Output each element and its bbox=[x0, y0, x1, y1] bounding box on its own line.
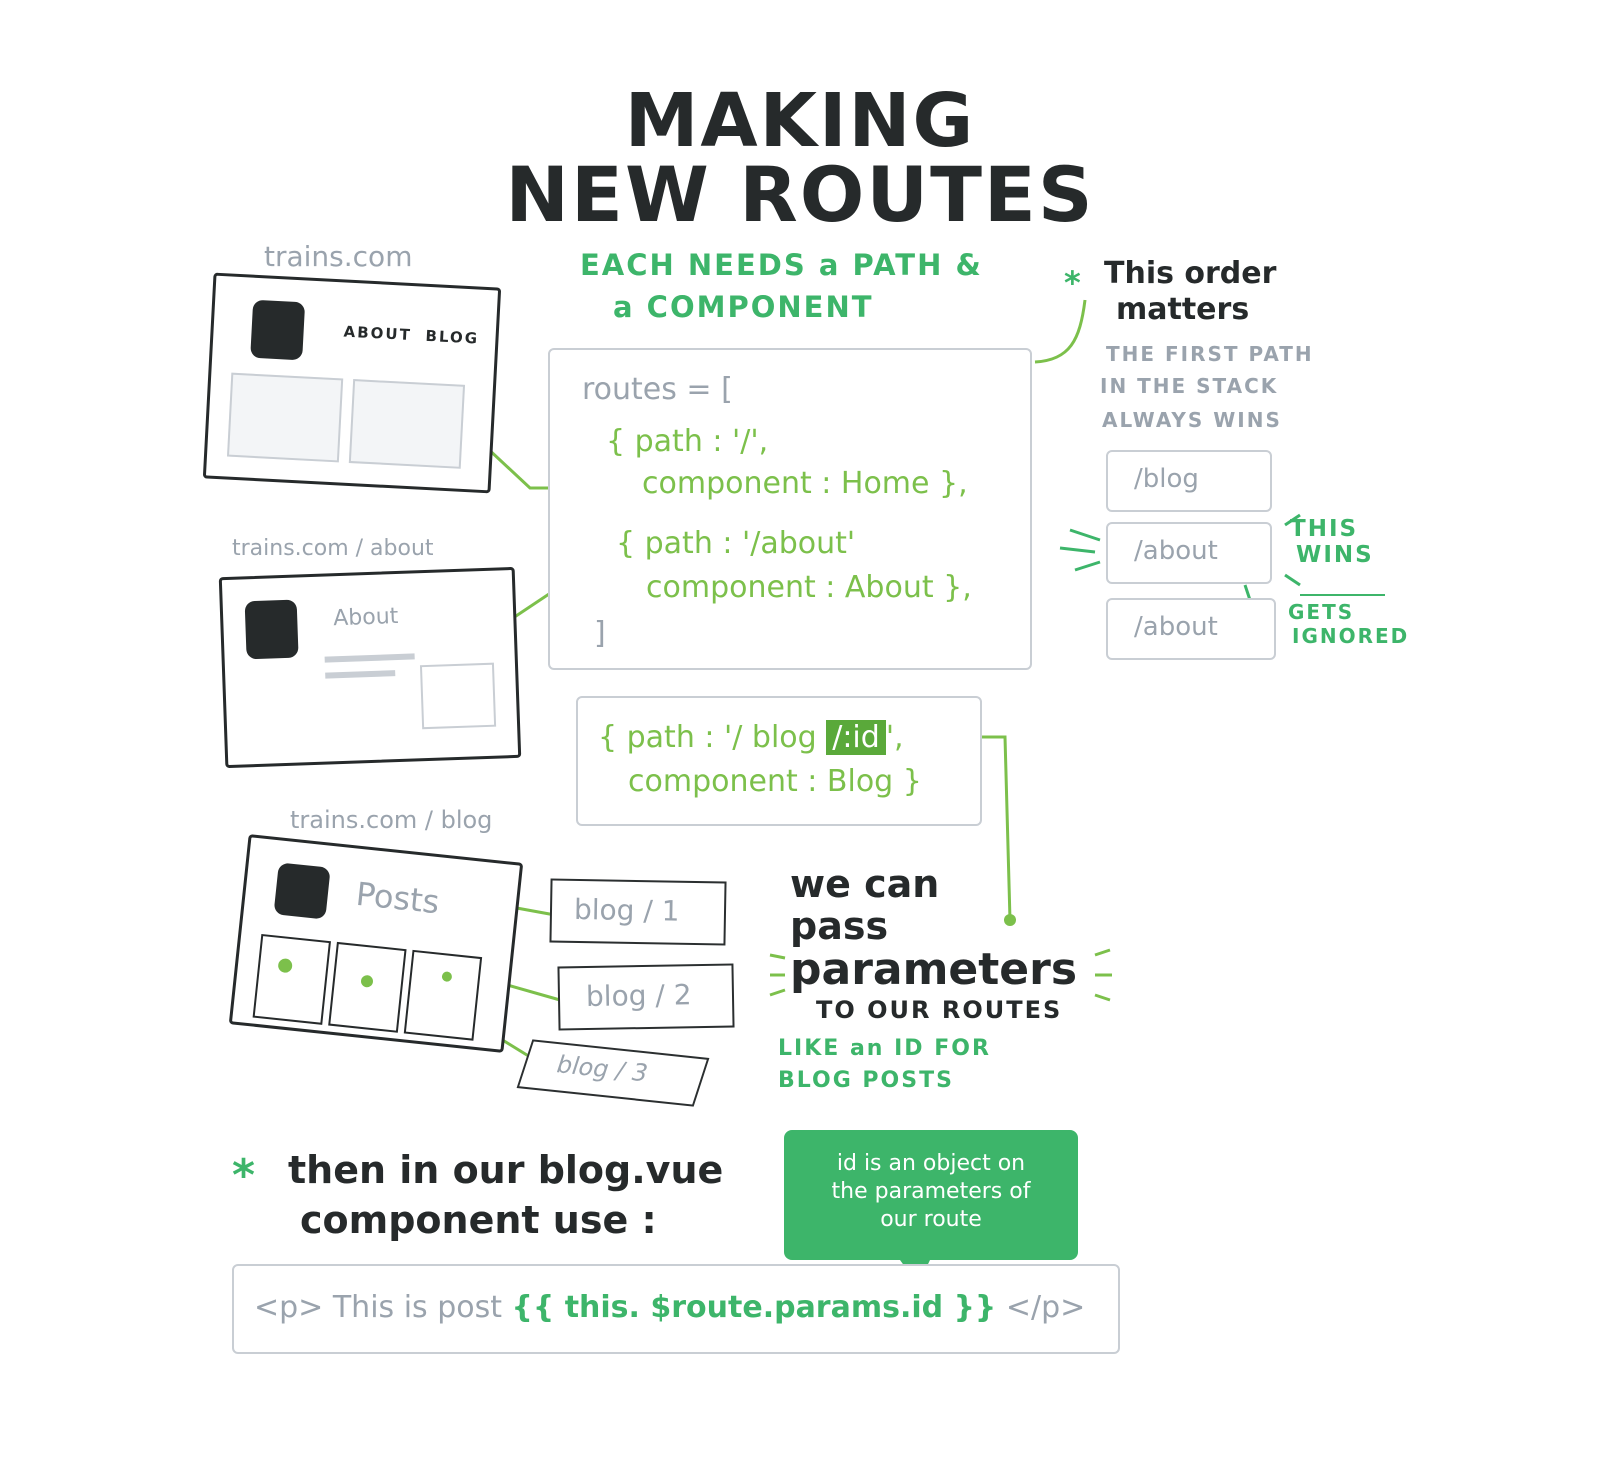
template-code-box: <p> This is post {{ this. $route.params.… bbox=[232, 1264, 1120, 1354]
params-sub2: BLOG POSTS bbox=[778, 1068, 954, 1093]
home-page-sketch: ABOUT BLOG bbox=[202, 272, 502, 494]
bubble-line2: the parameters of bbox=[831, 1179, 1031, 1204]
params-line1: we can bbox=[790, 862, 940, 906]
about-heading: About bbox=[332, 603, 399, 632]
blog-link: blog / 2 bbox=[557, 963, 735, 1031]
param-path-suffix: ', bbox=[885, 720, 904, 755]
home-url: trains.com bbox=[264, 240, 413, 273]
explanation-bubble: id is an object on the parameters of our… bbox=[784, 1130, 1078, 1260]
spark bbox=[769, 953, 786, 960]
param-component: component : Blog } bbox=[628, 764, 922, 799]
home-route-path: { path : '/', bbox=[606, 424, 769, 459]
template-code-suffix: </p> bbox=[1005, 1290, 1086, 1325]
wins-tick bbox=[1059, 546, 1096, 554]
param-connector-dot bbox=[1004, 914, 1016, 926]
stack-item: /about bbox=[1106, 598, 1276, 660]
wins-label-line1: THIS bbox=[1290, 516, 1359, 542]
text-line bbox=[325, 670, 396, 679]
wins-tick bbox=[1284, 573, 1301, 587]
ignored-label-line1: GETS bbox=[1288, 600, 1355, 624]
param-code-box: { path : '/ blog /:id ', component : Blog… bbox=[576, 696, 982, 826]
home-route-component: component : Home }, bbox=[642, 466, 968, 501]
order-connector bbox=[1034, 299, 1087, 364]
stack-item: /blog bbox=[1106, 450, 1272, 512]
post-card bbox=[328, 941, 407, 1033]
params-sub1: LIKE an ID FOR bbox=[778, 1036, 991, 1061]
post-card bbox=[403, 949, 483, 1041]
asterisk-icon: * bbox=[1064, 264, 1083, 302]
wins-label-line2: WINS bbox=[1296, 542, 1374, 568]
params-line4: TO OUR ROUTES bbox=[816, 996, 1063, 1024]
home-card bbox=[348, 379, 466, 469]
train-icon bbox=[250, 299, 306, 361]
param-id-highlight: /:id bbox=[826, 720, 886, 755]
about-image bbox=[419, 662, 497, 730]
params-line3: parameters bbox=[790, 944, 1078, 995]
home-card bbox=[226, 372, 344, 463]
wins-tick bbox=[1074, 560, 1101, 572]
template-code-expr: {{ this. $route.params.id }} bbox=[511, 1290, 997, 1325]
spark bbox=[769, 988, 786, 997]
about-route-path: { path : '/about' bbox=[616, 526, 856, 561]
template-code-prefix: <p> This is post bbox=[254, 1290, 502, 1325]
spark bbox=[1094, 948, 1111, 957]
blog-heading: Posts bbox=[354, 874, 442, 922]
about-url: trains.com / about bbox=[232, 536, 434, 561]
order-body-line2: IN THE STACK bbox=[1100, 374, 1279, 398]
bottom-line2: component use : bbox=[300, 1198, 657, 1242]
routes-open: routes = [ bbox=[582, 372, 733, 407]
ignored-label-line2: IGNORED bbox=[1292, 624, 1410, 648]
blog-link-label: blog / 2 bbox=[585, 978, 692, 1014]
train-icon bbox=[273, 862, 331, 920]
order-body-line1: THE FIRST PATH bbox=[1106, 342, 1314, 366]
blog-link-label: blog / 1 bbox=[573, 892, 680, 928]
subtitle-line1: EACH NEEDS a PATH & bbox=[580, 248, 983, 282]
stack-item-label: /about bbox=[1134, 612, 1218, 642]
param-path-line: { path : '/ blog /:id ', bbox=[598, 716, 904, 760]
post-dot bbox=[360, 974, 374, 988]
post-dot bbox=[277, 957, 293, 974]
blog-link: blog / 1 bbox=[549, 878, 727, 946]
bottom-line1: then in our blog.vue bbox=[288, 1148, 724, 1192]
page-title-line2: NEW ROUTES bbox=[505, 150, 1095, 239]
template-code-line: <p> This is post {{ this. $route.params.… bbox=[254, 1286, 1085, 1330]
order-heading-line1: This order bbox=[1104, 256, 1277, 291]
blog-url: trains.com / blog bbox=[290, 806, 493, 834]
bottom-asterisk-icon: * bbox=[232, 1150, 258, 1201]
text-line bbox=[324, 653, 415, 663]
order-heading-line2: matters bbox=[1116, 292, 1250, 327]
train-icon bbox=[244, 599, 299, 660]
subtitle-line2: a COMPONENT bbox=[613, 290, 874, 324]
params-line2: pass bbox=[790, 904, 889, 948]
blog-page-sketch: Posts bbox=[228, 834, 524, 1053]
spark bbox=[1094, 993, 1111, 1002]
bubble-line3: our route bbox=[880, 1207, 982, 1232]
stack-item-label: /about bbox=[1134, 536, 1218, 566]
stack-item-label: /blog bbox=[1134, 464, 1199, 494]
order-body-line3: ALWAYS WINS bbox=[1102, 408, 1282, 432]
home-nav-about: ABOUT bbox=[343, 322, 413, 345]
routes-close: ] bbox=[594, 616, 606, 651]
post-card bbox=[252, 933, 331, 1025]
routes-code-box: routes = [ { path : '/', component : Hom… bbox=[548, 348, 1032, 670]
wins-tick bbox=[1069, 528, 1101, 542]
home-nav-blog: BLOG bbox=[425, 326, 480, 348]
post-dot bbox=[441, 971, 453, 983]
bubble-line1: id is an object on bbox=[836, 1151, 1026, 1176]
param-path-prefix: { path : '/ blog bbox=[598, 720, 817, 755]
about-page-sketch: About bbox=[218, 566, 522, 769]
stack-item: /about bbox=[1106, 522, 1272, 584]
about-route-component: component : About }, bbox=[646, 570, 972, 605]
blog-link-label: blog / 3 bbox=[552, 1050, 652, 1088]
